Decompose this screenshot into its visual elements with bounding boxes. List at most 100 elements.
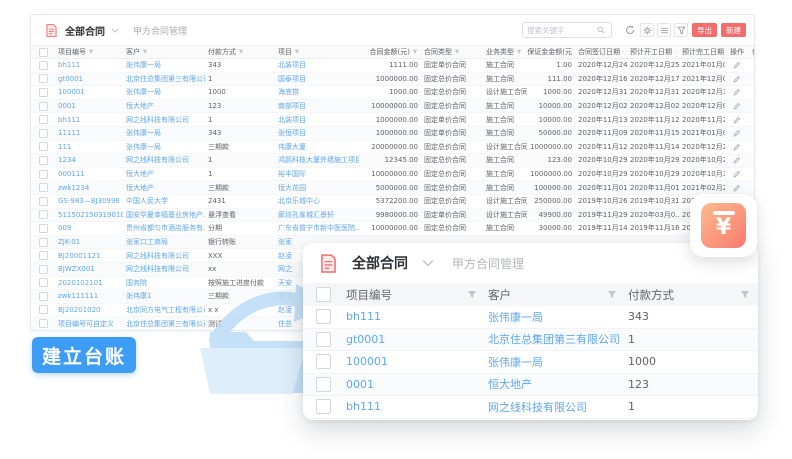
search-field[interactable] bbox=[527, 26, 597, 35]
overlay-table-row[interactable]: 0001 恒大地产 123 bbox=[303, 374, 758, 397]
overlay-table-row[interactable]: gt0001 北京住总集团第三有限公司 1 bbox=[303, 329, 758, 352]
cell-customer[interactable]: 北京住总集团第三有限公司 bbox=[123, 74, 205, 84]
row-checkbox[interactable] bbox=[39, 102, 48, 111]
select-all-checkbox[interactable] bbox=[316, 287, 331, 302]
row-checkbox[interactable] bbox=[316, 377, 331, 392]
cell-project-id[interactable]: 项目编号可自定义 bbox=[55, 319, 123, 329]
cell-project[interactable]: 廊坊孔雀城汇景轩 bbox=[275, 210, 359, 220]
cell-project-id[interactable]: 0001 bbox=[343, 378, 485, 391]
edit-pencil-icon[interactable] bbox=[733, 61, 741, 69]
cell-project-id[interactable]: 100001 bbox=[343, 355, 485, 368]
cell-project[interactable]: 北装项目 bbox=[275, 60, 359, 70]
table-row[interactable]: 5115021503190101 国安华夏幸福基业房地产… 悬浮查看 廊坊孔雀城… bbox=[31, 209, 754, 223]
cell-project-id[interactable]: 009 bbox=[55, 224, 123, 232]
filter-funnel-icon[interactable] bbox=[238, 49, 244, 55]
row-checkbox[interactable] bbox=[39, 265, 48, 274]
settings-button[interactable] bbox=[640, 23, 654, 37]
cell-customer[interactable]: 恒大地产 bbox=[123, 169, 205, 179]
cell-project-id[interactable]: gt0001 bbox=[55, 75, 123, 83]
cell-customer[interactable]: 张伟康一局 bbox=[123, 87, 205, 97]
cell-project-id[interactable]: 2020102101 bbox=[55, 279, 123, 287]
cell-project-id[interactable]: bh111 bbox=[343, 310, 485, 323]
row-checkbox[interactable] bbox=[39, 238, 48, 247]
row-checkbox[interactable] bbox=[39, 278, 48, 287]
cell-project-id[interactable]: 11111 bbox=[55, 129, 123, 137]
filter-button[interactable] bbox=[674, 23, 688, 37]
edit-pencil-icon[interactable] bbox=[733, 156, 741, 164]
row-checkbox[interactable] bbox=[39, 305, 48, 314]
filter-funnel-icon[interactable] bbox=[142, 49, 148, 55]
row-checkbox[interactable] bbox=[39, 170, 48, 179]
edit-pencil-icon[interactable] bbox=[733, 116, 741, 124]
create-button[interactable]: 新建 bbox=[721, 23, 746, 37]
cell-project[interactable]: 裕丰国际 bbox=[275, 169, 359, 179]
cell-project-id[interactable]: BJ20201020 bbox=[55, 306, 123, 314]
row-checkbox[interactable] bbox=[39, 210, 48, 219]
filter-funnel-icon[interactable] bbox=[516, 49, 522, 55]
row-checkbox[interactable] bbox=[316, 354, 331, 369]
chevron-down-icon[interactable] bbox=[422, 259, 434, 267]
table-row[interactable]: gt0001 北京住总集团第三有限公司 1 国泰项目 1000000.00 固定… bbox=[31, 73, 754, 87]
cell-project-id[interactable]: 1234 bbox=[55, 156, 123, 164]
filter-funnel-icon[interactable] bbox=[88, 49, 94, 55]
table-row[interactable]: 11111 张伟康一局 343 张恒项目 1000000.00 固定单价合同 施… bbox=[31, 127, 754, 141]
cell-project[interactable]: 鸿鹄科技大厦外墙施工项目 bbox=[275, 155, 359, 165]
overlay-table-row[interactable]: 100001 张伟康一局 1000 bbox=[303, 351, 758, 374]
cell-project[interactable]: 伟康大厦 bbox=[275, 142, 359, 152]
row-checkbox[interactable] bbox=[39, 61, 48, 70]
row-checkbox[interactable] bbox=[39, 74, 48, 83]
cell-project-id[interactable]: bh111 bbox=[55, 61, 123, 69]
row-checkbox[interactable] bbox=[39, 197, 48, 206]
cell-project-id[interactable]: GS-983—BJ30998 bbox=[55, 197, 123, 205]
cell-project-id[interactable]: 000111 bbox=[55, 170, 123, 178]
cell-customer[interactable]: 恒大地产 bbox=[123, 183, 205, 193]
cell-customer[interactable]: 张伟康一局 bbox=[123, 142, 205, 152]
row-checkbox[interactable] bbox=[39, 115, 48, 124]
cell-project-id[interactable]: bh111 bbox=[343, 400, 485, 413]
overlay-table-row[interactable]: bh111 张伟康一局 343 bbox=[303, 306, 758, 329]
chevron-down-icon[interactable] bbox=[111, 28, 119, 33]
cell-customer[interactable]: 北京住总集团第三有限公司 bbox=[485, 331, 625, 347]
filter-funnel-icon[interactable] bbox=[674, 49, 676, 55]
select-all-checkbox[interactable] bbox=[39, 48, 48, 57]
row-checkbox[interactable] bbox=[39, 319, 48, 328]
row-checkbox[interactable] bbox=[39, 251, 48, 260]
cell-customer[interactable]: 恒大地产 bbox=[123, 101, 205, 111]
overlay-table-row[interactable]: bh111 网之线科技有限公司 1 bbox=[303, 396, 758, 419]
refresh-button[interactable] bbox=[623, 23, 637, 37]
filter-funnel-icon[interactable] bbox=[607, 290, 617, 300]
magnifier-icon[interactable] bbox=[597, 26, 605, 34]
table-row[interactable]: 1234 网之线科技有限公司 1 鸿鹄科技大厦外墙施工项目 12345.00 固… bbox=[31, 154, 754, 168]
table-row[interactable]: GS-983—BJ30998 中国人民大学 2431 北京乐城中心 537220… bbox=[31, 195, 754, 209]
edit-pencil-icon[interactable] bbox=[733, 88, 741, 96]
cell-project-id[interactable]: 5115021503190101 bbox=[55, 211, 123, 219]
create-ledger-button[interactable]: 建立台账 bbox=[32, 337, 136, 373]
cell-customer[interactable]: 网之线科技有限公司 bbox=[485, 399, 625, 415]
cell-project[interactable]: 北京乐城中心 bbox=[275, 196, 359, 206]
cell-customer[interactable]: 张伟康一局 bbox=[123, 60, 205, 70]
cell-project[interactable]: 张恒项目 bbox=[275, 128, 359, 138]
filter-funnel-icon[interactable] bbox=[740, 290, 750, 300]
cell-customer[interactable]: 贵州省都匀市酒店服务有… bbox=[123, 223, 205, 233]
cell-project-id[interactable]: BJWZX001 bbox=[55, 265, 123, 273]
cell-customer[interactable]: 网之线科技有限公司 bbox=[123, 251, 205, 261]
export-button[interactable]: 导出 bbox=[692, 23, 717, 37]
cell-customer[interactable]: 恒大地产 bbox=[485, 376, 625, 392]
edit-pencil-icon[interactable] bbox=[733, 129, 741, 137]
cell-project-id[interactable]: gt0001 bbox=[343, 333, 485, 346]
table-row[interactable]: 100001 张伟康一局 1000 海底捞 1000.00 固定总价合同 设计施… bbox=[31, 86, 754, 100]
cell-project[interactable]: 北装项目 bbox=[275, 115, 359, 125]
table-row[interactable]: 009 贵州省都匀市酒店服务有… 分期 广东省普宁市新中医医院… 1000000… bbox=[31, 222, 754, 236]
cell-project[interactable]: 国泰项目 bbox=[275, 74, 359, 84]
row-checkbox[interactable] bbox=[316, 332, 331, 347]
cell-project-id[interactable]: bh111 bbox=[55, 116, 123, 124]
table-row[interactable]: 0001 恒大地产 123 南部项目 10000000.00 固定总价合同 施工… bbox=[31, 100, 754, 114]
cell-project-id[interactable]: zwk1234 bbox=[55, 184, 123, 192]
cell-customer[interactable]: 中国人民大学 bbox=[123, 196, 205, 206]
cell-project-id[interactable]: 111 bbox=[55, 143, 123, 151]
cell-project[interactable]: 广东省普宁市新中医医院… bbox=[275, 223, 359, 233]
table-row[interactable]: zwk1234 恒大地产 三期款 恒大花园 5000000.00 固定总价合同 … bbox=[31, 181, 754, 195]
cell-project[interactable]: 恒大花园 bbox=[275, 183, 359, 193]
table-row[interactable]: 111 张伟康一局 三期款 伟康大厦 20000000.00 固定总价合同 设计… bbox=[31, 141, 754, 155]
filter-funnel-icon[interactable] bbox=[294, 49, 300, 55]
